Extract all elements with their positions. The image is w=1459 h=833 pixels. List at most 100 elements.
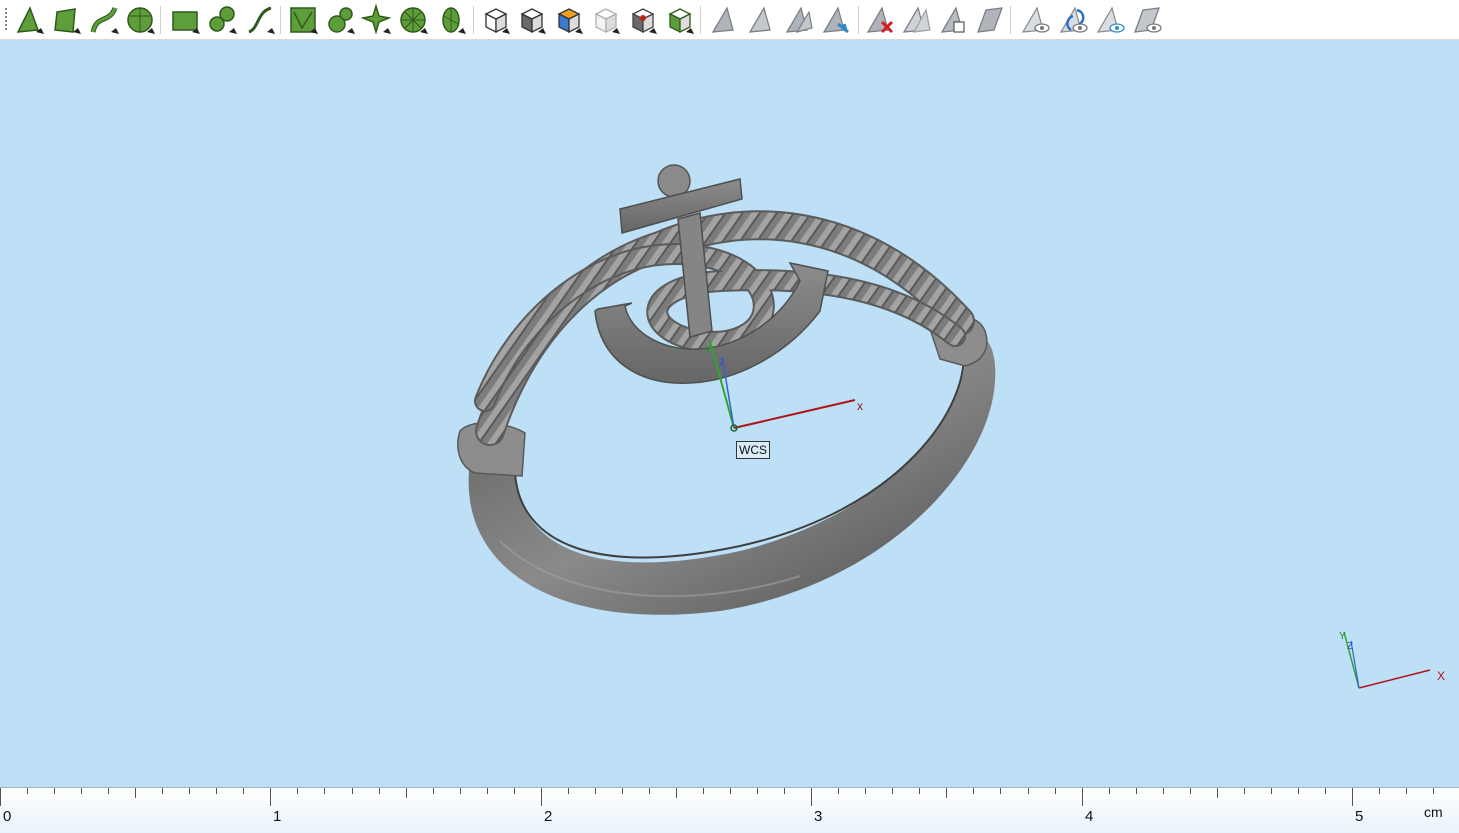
cursor-outline-tool-button[interactable] — [746, 4, 778, 36]
ruler-tick — [1433, 788, 1434, 794]
select-solid-tool-button[interactable] — [125, 4, 157, 36]
cursor-multi-tool-button[interactable] — [783, 4, 815, 36]
ruler-tick — [568, 788, 569, 794]
ruler-tick — [757, 788, 758, 794]
ruler-tick — [1082, 788, 1083, 806]
ruler-tick — [1352, 788, 1353, 806]
box-hidden-tool-button[interactable] — [590, 4, 622, 36]
ruler-tick — [1055, 788, 1056, 794]
toolbar-separator — [473, 6, 474, 34]
wcs-x-label: x — [857, 399, 863, 413]
triad-z-label: Z — [1347, 641, 1353, 652]
cursor-copy-tool-button[interactable] — [938, 4, 970, 36]
ruler-tick — [243, 788, 244, 794]
ring-model[interactable] — [457, 164, 996, 615]
pick-sphere-tool-button[interactable] — [325, 4, 357, 36]
wcs-y-label: y — [705, 342, 711, 354]
select-vertex-icon — [16, 6, 44, 34]
ruler-tick — [1325, 788, 1326, 794]
cursor-gray-icon — [711, 6, 734, 33]
view-blue-eye-tool-button[interactable] — [1094, 4, 1126, 36]
pick-star-tool-button[interactable] — [361, 4, 393, 36]
box-colored-tool-button[interactable] — [553, 4, 585, 36]
view-plane-eye-tool-button[interactable] — [1131, 4, 1163, 36]
box-wire-icon — [484, 8, 510, 34]
ruler-tick — [730, 788, 731, 794]
box-red-dot-tool-button[interactable] — [627, 4, 659, 36]
select-face-tool-button[interactable] — [51, 4, 83, 36]
wcs-z-label: z — [719, 356, 725, 368]
box-colored-icon — [557, 8, 583, 34]
cursor-delete-icon — [866, 6, 894, 34]
view-refresh-icon — [1059, 6, 1088, 33]
ruler-tick — [1109, 788, 1110, 794]
cursor-delete-tool-button[interactable] — [864, 4, 896, 36]
ruler-tick — [54, 788, 55, 794]
view-eye-icon — [1021, 6, 1050, 33]
ruler-tick — [379, 788, 380, 794]
pick-wheel-tool-button[interactable] — [398, 4, 430, 36]
box-shaded-tool-button[interactable] — [516, 4, 548, 36]
pick-surface-tool-button[interactable] — [288, 4, 320, 36]
select-solid-icon — [127, 7, 155, 34]
ruler-tick — [784, 788, 785, 794]
cursor-multi-icon — [785, 6, 813, 33]
ruler-unit: cm — [1424, 804, 1443, 820]
ruler-tick — [27, 788, 28, 794]
ruler-tick — [81, 788, 82, 794]
ruler-tick — [703, 788, 704, 794]
ruler-tick — [919, 788, 920, 794]
cursor-gray-duo-tool-button[interactable] — [900, 4, 932, 36]
ruler-tick — [1298, 788, 1299, 794]
cursor-gray-duo-icon — [902, 6, 931, 33]
ruler-tick — [1244, 788, 1245, 794]
select-rectangle-face-tool-button[interactable] — [170, 4, 202, 36]
view-refresh-tool-button[interactable] — [1057, 4, 1089, 36]
ruler-tick — [541, 788, 542, 806]
toolbar-grip[interactable] — [5, 8, 7, 32]
box-wire-tool-button[interactable] — [480, 4, 512, 36]
select-circles-tool-button[interactable] — [207, 4, 239, 36]
select-vertex-tool-button[interactable] — [14, 4, 46, 36]
select-circles-icon — [209, 6, 237, 34]
ruler-tick — [892, 788, 893, 794]
ruler-tick — [973, 788, 974, 794]
ruler-tick — [324, 788, 325, 794]
cursor-plane-tool-button[interactable] — [974, 4, 1006, 36]
ruler-label: 0 — [3, 808, 12, 825]
ruler-tick — [1136, 788, 1137, 794]
box-red-dot-icon — [631, 8, 657, 34]
select-path-tool-button[interactable] — [245, 4, 277, 36]
ruler-tick — [406, 788, 407, 798]
scene-canvas[interactable]: x y z X Y Z — [0, 41, 1459, 787]
toolbar-separator — [280, 6, 281, 34]
toolbar-separator — [1010, 6, 1011, 34]
box-shaded-icon — [520, 8, 546, 34]
ruler-tick — [946, 788, 947, 798]
ruler-label: 2 — [544, 808, 553, 825]
ruler-tick — [1000, 788, 1001, 794]
select-curve-tool-button[interactable] — [89, 4, 121, 36]
cursor-plane-icon — [977, 7, 1003, 33]
cursor-gray-tool-button[interactable] — [709, 4, 741, 36]
pick-surface-icon — [290, 7, 318, 34]
ruler-tick — [189, 788, 190, 794]
ruler-tick — [433, 788, 434, 794]
ring-band — [468, 335, 996, 615]
box-green-tool-button[interactable] — [664, 4, 696, 36]
view-eye-tool-button[interactable] — [1019, 4, 1051, 36]
ruler-label: 5 — [1355, 808, 1364, 825]
ruler-tick — [1406, 788, 1407, 794]
scale-ruler: 0 1 2 3 4 5 cm — [0, 787, 1459, 833]
view-plane-eye-icon — [1134, 7, 1162, 33]
pick-wheel-icon — [400, 7, 428, 34]
3d-viewport[interactable]: x y z X Y Z WCS — [0, 41, 1459, 787]
pick-cylinder-tool-button[interactable] — [436, 4, 468, 36]
ruler-tick — [1163, 788, 1164, 794]
ruler-label: 4 — [1085, 808, 1094, 825]
ruler-tick — [487, 788, 488, 794]
view-orientation-triad: X Y Z — [1339, 631, 1445, 689]
ruler-tick — [270, 788, 271, 806]
cursor-blue-tool-button[interactable] — [820, 4, 852, 36]
ruler-tick — [1028, 788, 1029, 794]
